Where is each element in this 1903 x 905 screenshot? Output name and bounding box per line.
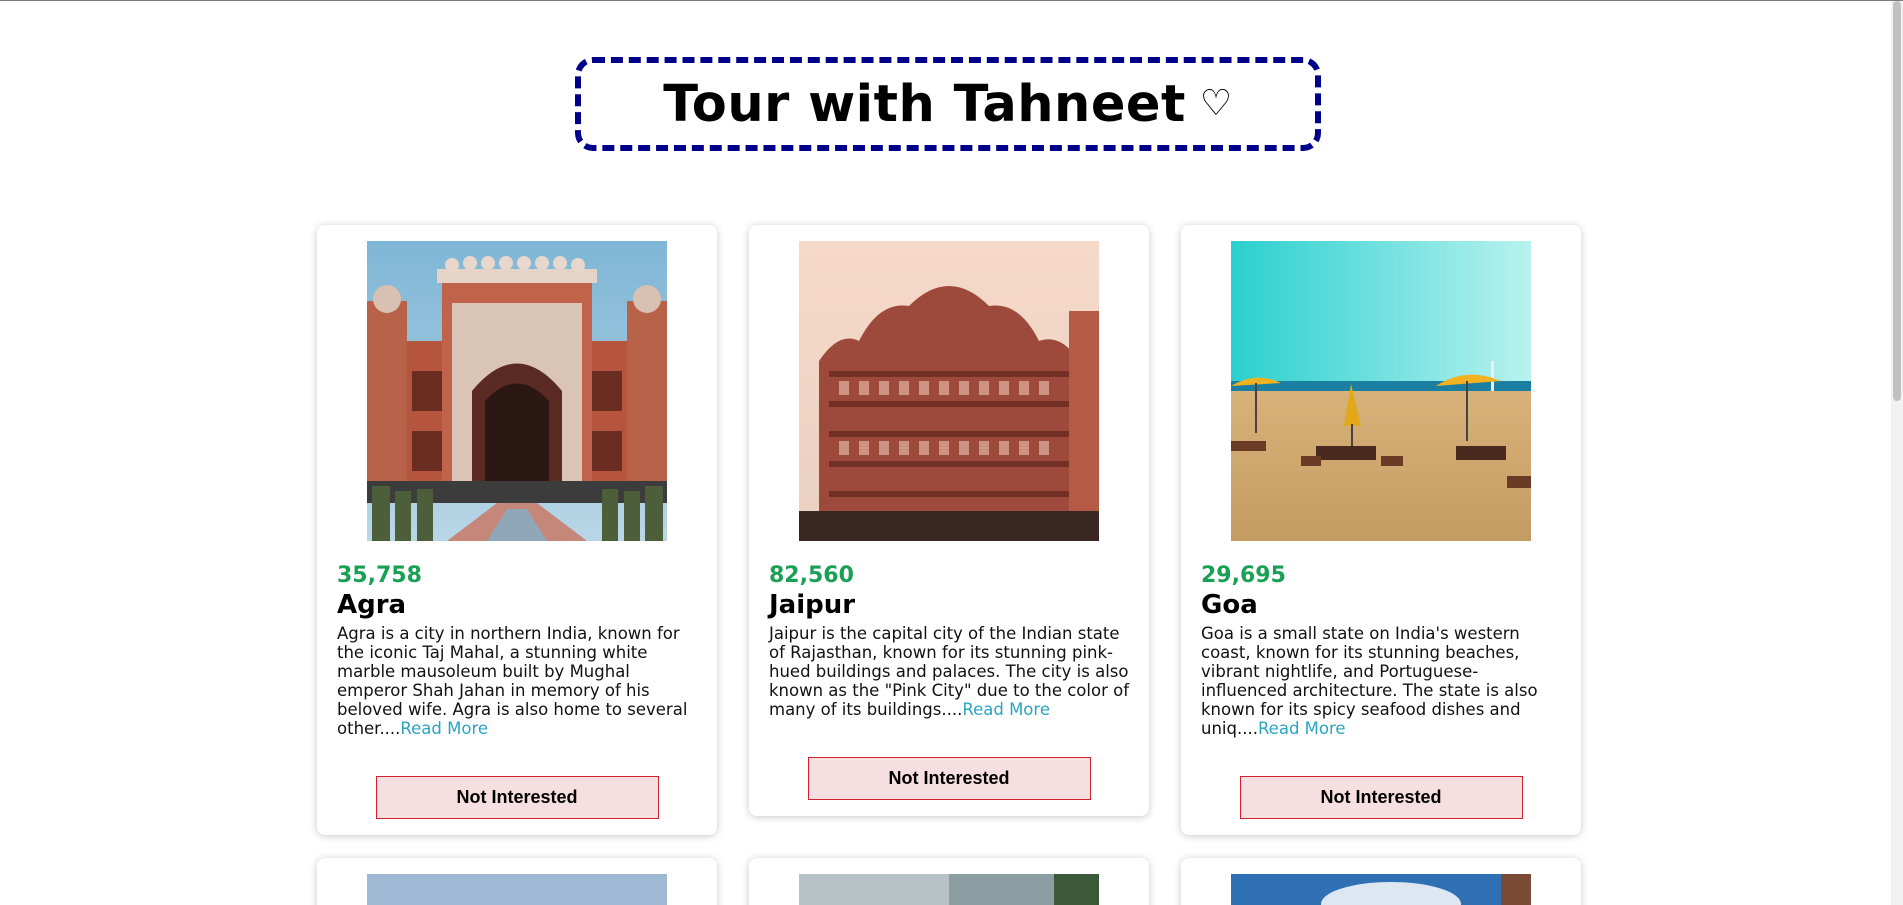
- tour-description: Goa is a small state on India's western …: [1201, 624, 1561, 738]
- tour-description: Jaipur is the capital city of the Indian…: [769, 624, 1129, 719]
- not-interested-button[interactable]: Not Interested: [1239, 776, 1523, 819]
- agra-image: [367, 241, 667, 541]
- tour-price: 82,560: [769, 563, 854, 588]
- not-interested-button[interactable]: Not Interested: [375, 776, 659, 819]
- page-title: Tour with Tahneet ♡: [663, 75, 1232, 134]
- tour-price: 35,758: [337, 563, 422, 588]
- tour-image-partial: [1231, 874, 1531, 905]
- tour-card-jaipur: 82,560 Jaipur Jaipur is the capital city…: [749, 225, 1149, 816]
- title-banner: Tour with Tahneet ♡: [575, 57, 1321, 151]
- tour-description-text: Goa is a small state on India's western …: [1201, 624, 1538, 738]
- vertical-scrollbar[interactable]: [1891, 1, 1903, 905]
- tour-image-partial: [367, 874, 667, 905]
- tour-description-text: Jaipur is the capital city of the Indian…: [769, 624, 1130, 719]
- read-more-link[interactable]: Read More: [1258, 719, 1346, 738]
- tour-image-partial: [799, 874, 1099, 905]
- tour-name: Jaipur: [769, 590, 856, 620]
- tour-description-text: Agra is a city in northern India, known …: [337, 624, 688, 738]
- page-title-text: Tour with Tahneet: [663, 74, 1186, 134]
- page-viewport: Tour with Tahneet ♡ 35,758 Agra Agra is …: [0, 0, 1903, 905]
- jaipur-image: [799, 241, 1099, 541]
- tour-name: Goa: [1201, 590, 1258, 620]
- tour-card-partial: [1181, 858, 1581, 905]
- scrollbar-thumb[interactable]: [1893, 1, 1901, 401]
- heart-icon: ♡: [1199, 83, 1233, 124]
- not-interested-button[interactable]: Not Interested: [807, 757, 1091, 800]
- tour-card-agra: 35,758 Agra Agra is a city in northern I…: [317, 225, 717, 835]
- read-more-link[interactable]: Read More: [400, 719, 488, 738]
- tour-description: Agra is a city in northern India, known …: [337, 624, 697, 738]
- read-more-link[interactable]: Read More: [962, 700, 1050, 719]
- tour-price: 29,695: [1201, 563, 1286, 588]
- goa-image: [1231, 241, 1531, 541]
- tour-card-partial: [749, 858, 1149, 905]
- tour-card-partial: [317, 858, 717, 905]
- tour-card-goa: 29,695 Goa Goa is a small state on India…: [1181, 225, 1581, 835]
- tour-name: Agra: [337, 590, 407, 620]
